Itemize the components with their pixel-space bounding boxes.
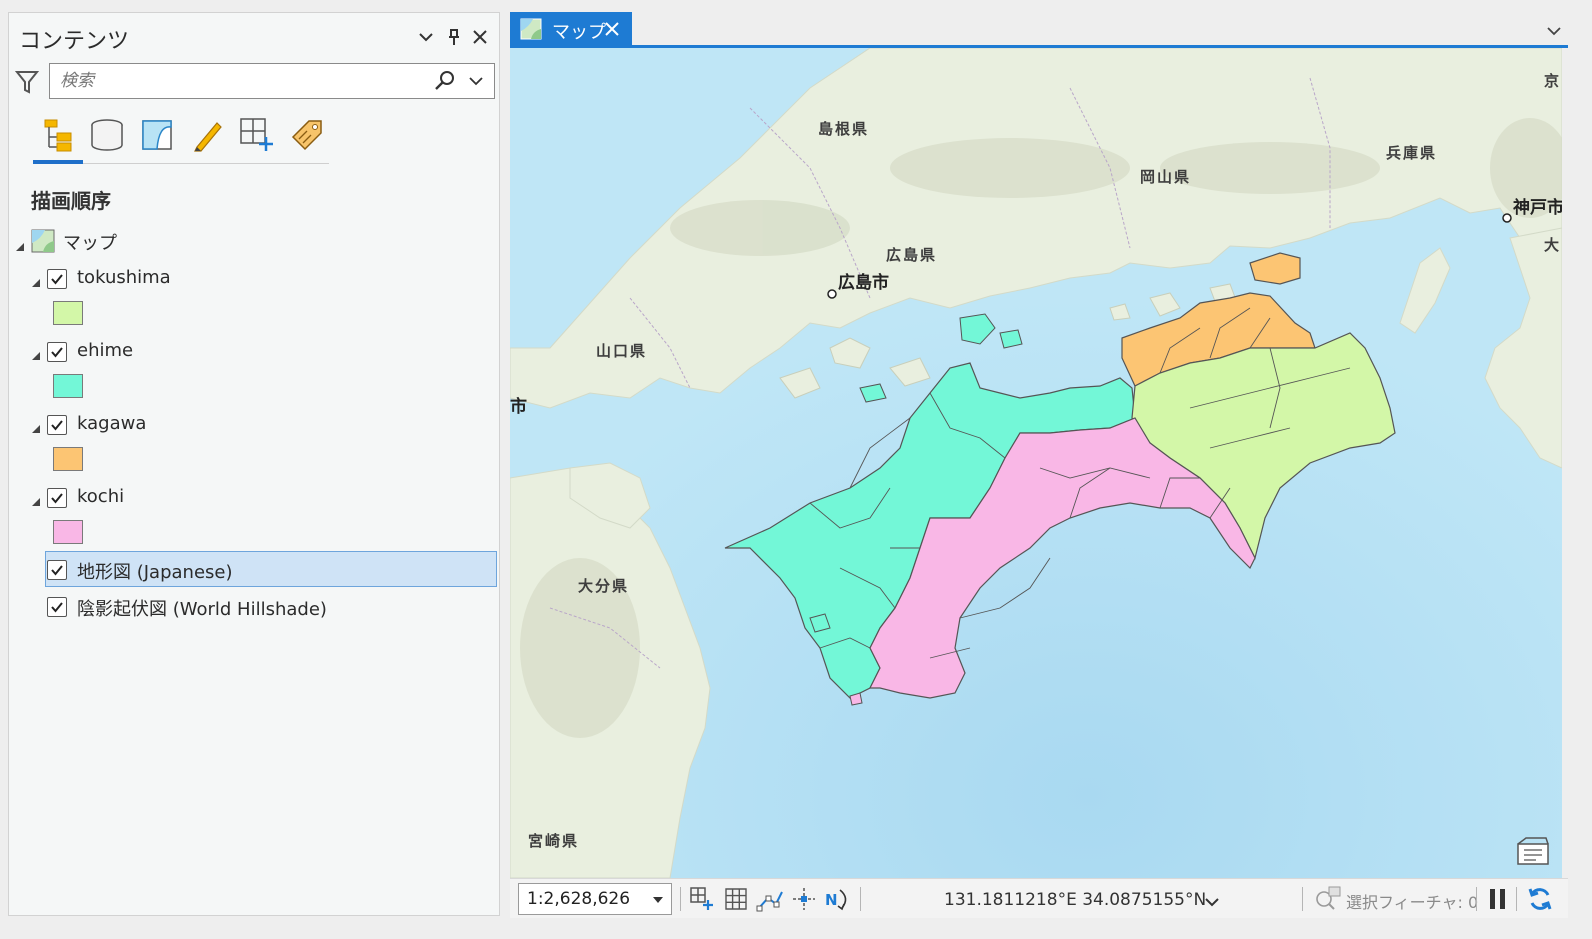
map-label-kyo: 京 (1544, 72, 1562, 90)
map-label-shimane: 島根県 (818, 120, 870, 138)
list-by-editing-icon[interactable] (187, 115, 227, 155)
divider (1516, 887, 1517, 911)
map-label-hiroshima-pref: 広島県 (886, 246, 938, 264)
coordinate-readout: 131.1811218°E 34.0875155°N (944, 890, 1207, 910)
constraints-icon[interactable] (790, 885, 818, 913)
list-by-selection-icon[interactable] (137, 115, 177, 155)
layer-visibility-checkbox[interactable] (47, 597, 67, 617)
map-label-oita: 大分県 (578, 577, 630, 595)
selected-features-indicator[interactable]: 選択フィーチャ: 0 (1314, 885, 1478, 913)
map-label-hyogo: 兵庫県 (1386, 144, 1438, 162)
selected-features-label: 選択フィーチャ: 0 (1346, 893, 1479, 912)
chevron-down-icon[interactable] (468, 72, 490, 94)
active-view-indicator (33, 160, 83, 164)
close-icon[interactable] (469, 25, 491, 49)
symbol-swatch-kagawa[interactable] (53, 447, 83, 471)
refresh-icon[interactable] (1526, 885, 1554, 913)
symbol-swatch-kochi[interactable] (53, 520, 83, 544)
north-arrow-rotate-icon[interactable]: N (824, 885, 852, 913)
filter-icon[interactable] (14, 69, 41, 95)
basemap-gallery-icon[interactable] (1516, 836, 1550, 866)
search-input[interactable] (58, 68, 418, 94)
pause-drawing-icon[interactable] (1488, 887, 1508, 911)
map-icon (31, 229, 55, 253)
scale-selector[interactable]: 1:2,628,626 (518, 883, 672, 915)
list-by-drawing-order-icon[interactable] (37, 115, 77, 155)
layer-visibility-checkbox[interactable] (47, 488, 67, 508)
map-canvas[interactable]: 島根県 兵庫県 岡山県 神戸市 広島県 広島市 山口県 大分県 宮崎県 京 大 … (510, 48, 1562, 878)
search-box[interactable] (49, 63, 495, 99)
basemap-layer-hillshade[interactable]: 陰影起伏図 (World Hillshade) (77, 595, 327, 621)
collapse-triangle-icon[interactable] (31, 419, 41, 433)
list-by-labeling-icon[interactable] (287, 115, 327, 155)
divider (1302, 887, 1303, 911)
tab-map[interactable]: マップ (510, 12, 632, 46)
contents-view-toolbar (31, 113, 331, 169)
layer-visibility-checkbox[interactable] (47, 269, 67, 289)
view-tab-strip: マップ (510, 12, 1568, 48)
divider (860, 887, 861, 911)
snapping-icon[interactable] (756, 885, 784, 913)
tab-map-label: マップ (552, 22, 606, 43)
hiroshima-city-dot (827, 289, 837, 299)
kobe-city-dot (1502, 213, 1512, 223)
symbol-swatch-ehime[interactable] (53, 374, 83, 398)
fixed-zoom-in-icon[interactable] (688, 885, 716, 913)
grid-icon[interactable] (722, 885, 750, 913)
map-label-okayama: 岡山県 (1140, 168, 1192, 186)
search-icon[interactable] (434, 70, 458, 94)
collapse-triangle-icon[interactable] (31, 492, 41, 506)
pin-icon[interactable] (443, 25, 465, 49)
map-status-bar: 1:2,628,626 N 131.1811218°E 34.0875155°N… (510, 878, 1568, 918)
symbol-swatch-tokushima[interactable] (53, 301, 83, 325)
map-icon (520, 18, 542, 40)
divider (1476, 887, 1477, 911)
zoom-to-selection-icon (1316, 886, 1341, 910)
contents-pane: コンテンツ 検索 描画順序 マップ tokushima ehime kagawa… (8, 12, 500, 916)
pane-options-chevron-icon[interactable] (415, 25, 437, 49)
list-by-data-source-icon[interactable] (87, 115, 127, 155)
map-label-shi: 市 (510, 397, 527, 417)
drawing-order-heading: 描画順序 (31, 189, 111, 213)
layer-visibility-checkbox[interactable] (47, 415, 67, 435)
map-label-dai: 大 (1544, 236, 1562, 254)
map-label-hiroshima-city: 広島市 (838, 273, 889, 293)
basemap-layer-topographic[interactable]: 地形図 (Japanese) (77, 558, 233, 584)
pane-header: コンテンツ (9, 13, 499, 63)
collapse-triangle-icon[interactable] (15, 237, 25, 251)
pane-title: コンテンツ (19, 29, 130, 54)
map-label-yamaguchi: 山口県 (596, 342, 648, 360)
layer-name-kochi[interactable]: kochi (77, 486, 124, 507)
map-node-label[interactable]: マップ (63, 229, 117, 255)
layer-name-ehime[interactable]: ehime (77, 340, 133, 361)
close-icon[interactable] (604, 18, 624, 40)
layer-name-kagawa[interactable]: kagawa (77, 413, 146, 434)
list-by-snapping-icon[interactable] (237, 115, 277, 155)
map-label-kobe: 神戸市 (1513, 198, 1562, 218)
layer-visibility-checkbox[interactable] (47, 560, 67, 580)
collapse-triangle-icon[interactable] (31, 346, 41, 360)
chevron-down-icon[interactable] (653, 897, 663, 903)
divider (680, 887, 681, 911)
layer-visibility-checkbox[interactable] (47, 342, 67, 362)
chevron-down-icon[interactable] (1546, 22, 1564, 38)
scale-value: 1:2,628,626 (527, 889, 631, 909)
chevron-down-icon[interactable] (1204, 893, 1220, 907)
collapse-triangle-icon[interactable] (31, 273, 41, 287)
svg-text:N: N (825, 891, 838, 909)
basemap (510, 48, 1562, 878)
map-label-miyazaki: 宮崎県 (528, 832, 580, 850)
layer-name-tokushima[interactable]: tokushima (77, 267, 171, 288)
